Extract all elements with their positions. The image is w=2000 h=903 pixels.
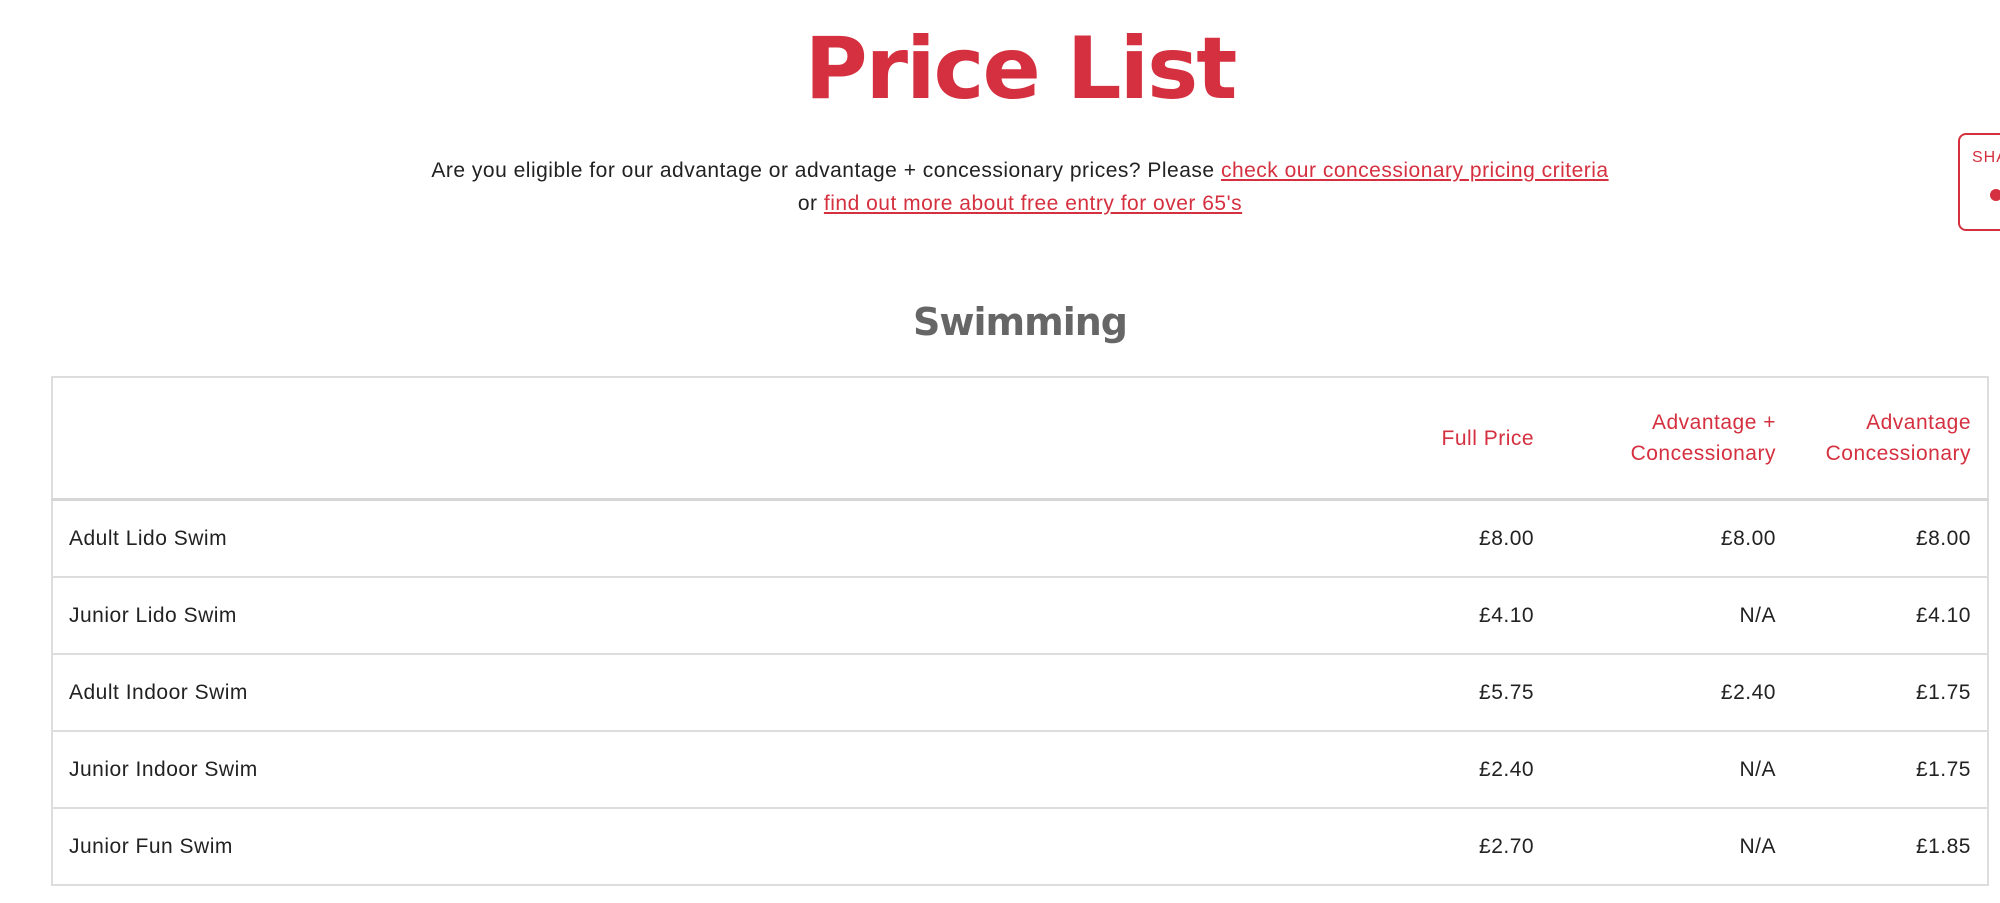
table-row: Adult Lido Swim £8.00 £8.00 £8.00 (52, 499, 1988, 578)
header-advantage-plus-concessionary: Advantage + Concessionary (1550, 377, 1792, 501)
table-row: Junior Lido Swim £4.10 N/A £4.10 (52, 577, 1988, 655)
swimming-price-table: Full Price Advantage + Concessionary Adv… (51, 376, 1989, 886)
row-advantage-concessionary: £1.75 (1791, 731, 1988, 809)
section-title-swimming: Swimming (913, 300, 1128, 344)
price-list-page: Price List Are you eligible for our adva… (0, 0, 2000, 903)
intro-or-text: or (797, 192, 824, 215)
row-full-price: £4.10 (1122, 577, 1551, 655)
page-title: Price List (804, 19, 1238, 119)
pricing-intro: Are you eligible for our advantage or ad… (420, 154, 1620, 220)
row-name: Junior Fun Swim (69, 834, 233, 858)
table-header-row: Full Price Advantage + Concessionary Adv… (52, 377, 1988, 501)
row-full-price: £2.40 (1122, 731, 1551, 809)
table-row: Junior Indoor Swim £2.40 N/A £1.75 (52, 731, 1988, 809)
header-advantage-concessionary: Advantage Concessionary (1791, 377, 1988, 501)
row-advantage-plus-concessionary: N/A (1739, 834, 1776, 858)
row-full-price: £5.75 (1122, 654, 1551, 732)
row-advantage-concessionary: £4.10 (1791, 577, 1988, 655)
row-name: Adult Lido Swim (52, 499, 1123, 578)
free-entry-over-65-link[interactable]: find out more about free entry for over … (824, 192, 1242, 215)
header-full-price: Full Price (1122, 377, 1551, 501)
header-advantage-concessionary-label: Advantage Concessionary (1825, 411, 1971, 465)
row-advantage-plus-concessionary: N/A (1550, 731, 1792, 809)
share-label: SHA (1972, 149, 2000, 166)
row-advantage-plus-concessionary: £8.00 (1550, 499, 1792, 578)
intro-text: Are you eligible for our advantage or ad… (431, 159, 1221, 182)
concessionary-criteria-link[interactable]: check our concessionary pricing criteria (1221, 159, 1609, 182)
row-name: Junior Lido Swim (52, 577, 1123, 655)
row-advantage-concessionary: £8.00 (1791, 499, 1988, 578)
header-advantage-plus-concessionary-label: Advantage + Concessionary (1630, 411, 1776, 465)
share-button[interactable]: SHA (1958, 133, 2000, 231)
share-icon (1990, 189, 2000, 201)
row-advantage-plus-concessionary: N/A (1550, 577, 1792, 655)
row-advantage-concessionary: £1.85 (1915, 834, 1971, 858)
header-activity (52, 377, 1123, 501)
row-full-price: £2.70 (1479, 834, 1535, 858)
row-name: Junior Indoor Swim (52, 731, 1123, 809)
table-row: Adult Indoor Swim £5.75 £2.40 £1.75 (52, 654, 1988, 732)
table-row: Junior Fun Swim £2.70 N/A £1.85 (52, 808, 1988, 885)
row-advantage-concessionary: £1.75 (1791, 654, 1988, 732)
row-name: Adult Indoor Swim (52, 654, 1123, 732)
row-advantage-plus-concessionary: £2.40 (1550, 654, 1792, 732)
row-full-price: £8.00 (1122, 499, 1551, 578)
